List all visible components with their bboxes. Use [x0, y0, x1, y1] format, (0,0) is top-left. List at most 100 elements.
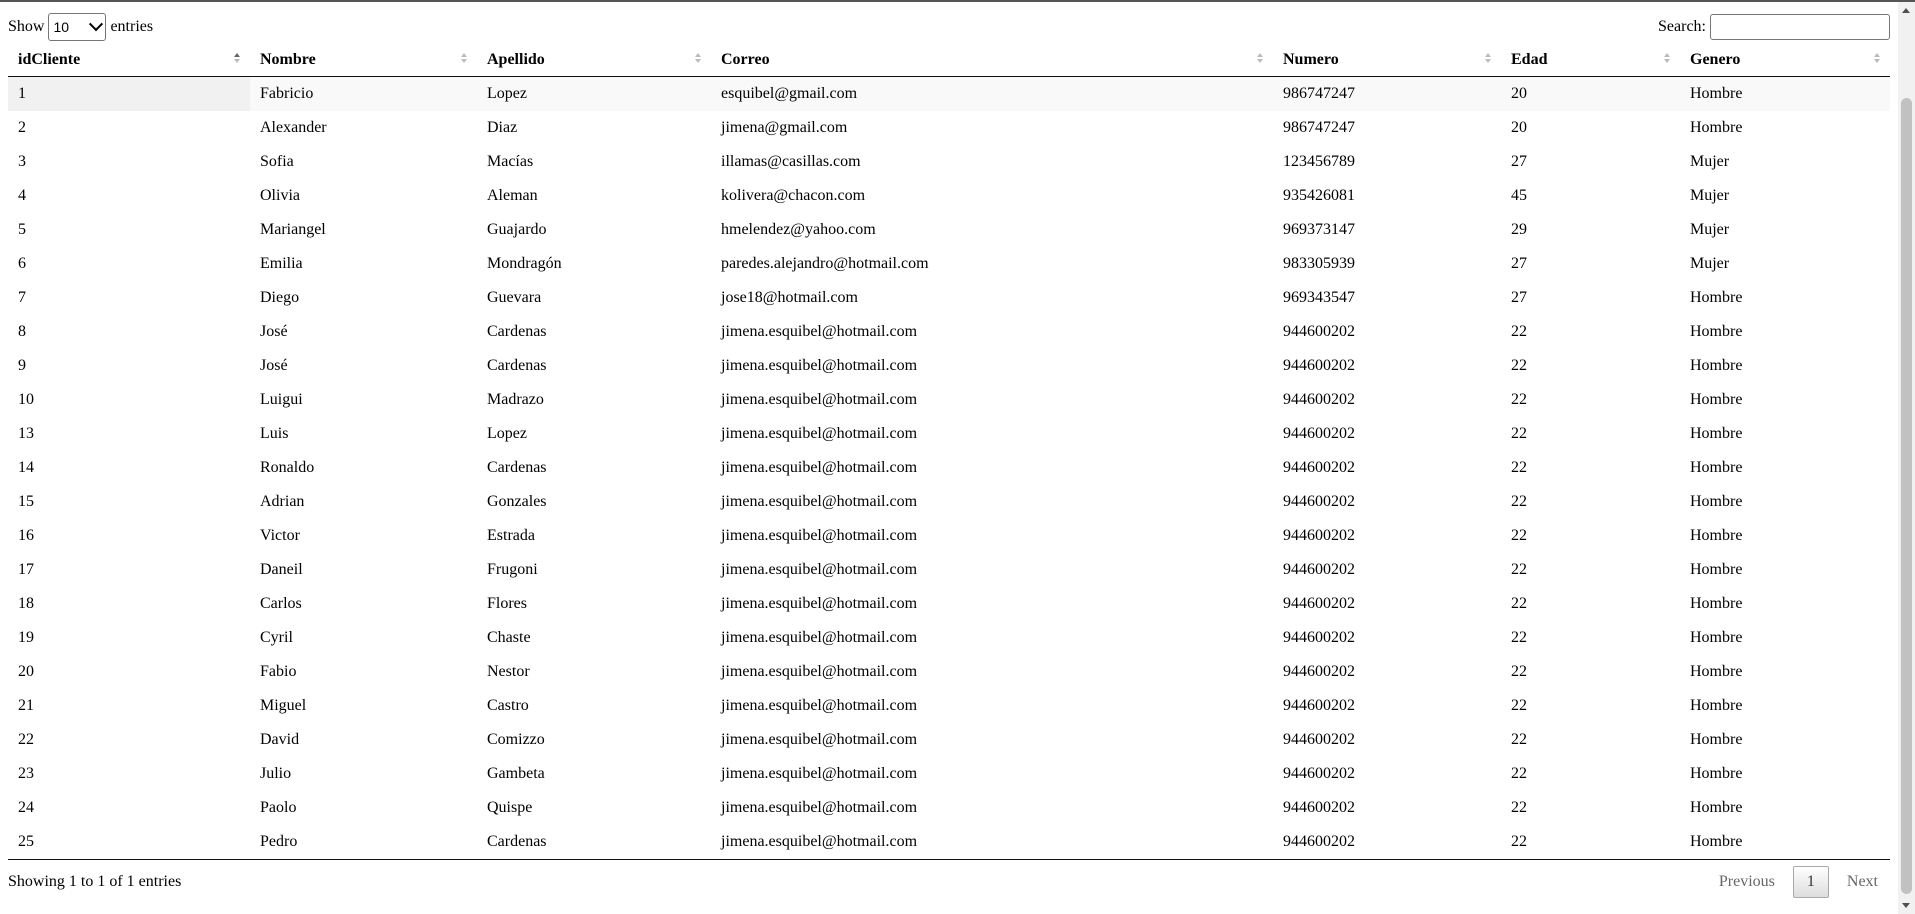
cell-edad: 22 — [1511, 765, 1527, 782]
cell-idcliente: 4 — [18, 187, 26, 204]
cell-idcliente: 22 — [18, 731, 34, 748]
sort-icon — [1485, 53, 1491, 63]
cell-numero: 944600202 — [1283, 629, 1355, 646]
cell-numero: 944600202 — [1283, 799, 1355, 816]
cell-edad: 20 — [1501, 76, 1680, 111]
cell-numero: 986747247 — [1283, 119, 1355, 136]
cell-nombre: Julio — [260, 765, 292, 782]
cell-correo: hmelendez@yahoo.com — [721, 221, 876, 238]
column-header-genero[interactable]: Genero — [1680, 44, 1890, 77]
table-row: 6 Emilia Mondragón paredes.alejandro@hotmai… — [8, 247, 1890, 281]
previous-button[interactable]: Previous — [1707, 867, 1787, 897]
column-header-numero[interactable]: Numero — [1273, 44, 1501, 77]
cell-nombre: Fabio — [260, 663, 297, 680]
table-row: 13 Luis Lopez jimena.esquibel@hotmail.com 94… — [8, 417, 1890, 451]
show-label: Show — [8, 18, 45, 35]
cell-idcliente: 15 — [18, 493, 34, 510]
cell-idcliente: 25 — [8, 825, 250, 860]
cell-genero: Mujer — [1690, 255, 1730, 272]
cell-apellido: Cardenas — [477, 825, 711, 860]
datatable-wrapper: Show 10 entries Search: idCliente Nombre A… — [8, 12, 1890, 900]
cell-nombre: Luis — [260, 425, 289, 442]
vertical-scrollbar[interactable] — [1898, 2, 1915, 914]
cell-edad: 22 — [1511, 663, 1527, 680]
column-header-correo[interactable]: Correo — [711, 44, 1273, 77]
cell-edad: 22 — [1511, 391, 1527, 408]
cell-apellido: Madrazo — [487, 391, 544, 408]
cell-apellido: Castro — [487, 697, 529, 714]
cell-numero: 944600202 — [1283, 391, 1355, 408]
cell-genero: Hombre — [1690, 663, 1743, 680]
table-row: 2 Alexander Diaz jimena@gmail.com 986747247 2… — [8, 111, 1890, 145]
cell-genero: Hombre — [1690, 459, 1743, 476]
cell-numero: 986747247 — [1273, 76, 1501, 111]
cell-nombre: Luigui — [260, 391, 303, 408]
cell-apellido: Gonzales — [487, 493, 547, 510]
cell-genero: Hombre — [1690, 765, 1743, 782]
cell-edad: 22 — [1511, 323, 1527, 340]
cell-correo: jimena.esquibel@hotmail.com — [721, 799, 918, 816]
cell-numero: 983305939 — [1283, 255, 1355, 272]
search-input[interactable] — [1710, 14, 1890, 40]
cell-idcliente: 16 — [18, 527, 34, 544]
cell-apellido: Cardenas — [487, 459, 547, 476]
cell-nombre: Cyril — [260, 629, 293, 646]
search-control: Search: — [1658, 14, 1890, 40]
cell-nombre: Olivia — [260, 187, 300, 204]
cell-idcliente: 9 — [18, 357, 26, 374]
cell-apellido: Lopez — [487, 425, 527, 442]
cell-correo: jose18@hotmail.com — [721, 289, 858, 306]
sort-icon — [1257, 53, 1263, 63]
cell-idcliente: 14 — [18, 459, 34, 476]
cell-apellido: Gambeta — [487, 765, 545, 782]
cell-idcliente: 3 — [18, 153, 26, 170]
cell-apellido: Chaste — [487, 629, 531, 646]
scroll-up-arrow-icon[interactable] — [1902, 8, 1910, 13]
cell-edad: 27 — [1511, 289, 1527, 306]
cell-correo: jimena.esquibel@hotmail.com — [721, 527, 918, 544]
column-header-edad[interactable]: Edad — [1501, 44, 1680, 77]
column-header-label: Correo — [721, 51, 770, 68]
column-header-idcliente[interactable]: idCliente — [8, 44, 250, 77]
table-row: 7 Diego Guevara jose18@hotmail.com 969343547… — [8, 281, 1890, 315]
next-button[interactable]: Next — [1835, 867, 1890, 897]
cell-edad: 22 — [1511, 629, 1527, 646]
cell-edad: 27 — [1511, 153, 1527, 170]
sort-icon — [695, 53, 701, 63]
cell-nombre: José — [260, 323, 288, 340]
cell-nombre: Victor — [260, 527, 300, 544]
cell-edad: 22 — [1511, 697, 1527, 714]
cell-correo: jimena.esquibel@hotmail.com — [721, 697, 918, 714]
table-header-row: idCliente Nombre Apellido Correo Numero Edad G… — [8, 44, 1890, 77]
cell-edad: 22 — [1511, 459, 1527, 476]
table-row: 25 Pedro Cardenas jimena.esquibel@hotmail.c… — [8, 825, 1890, 860]
table-row: 20 Fabio Nestor jimena.esquibel@hotmail.com… — [8, 655, 1890, 689]
cell-nombre: David — [260, 731, 300, 748]
cell-apellido: Cardenas — [487, 323, 547, 340]
page-length-select[interactable]: 10 — [48, 13, 107, 41]
cell-genero: Hombre — [1690, 323, 1743, 340]
cell-numero: 969343547 — [1283, 289, 1355, 306]
table-row: 9 José Cardenas jimena.esquibel@hotmail.com… — [8, 349, 1890, 383]
cell-idcliente: 20 — [18, 663, 34, 680]
table-row: 22 David Comizzo jimena.esquibel@hotmail.co… — [8, 723, 1890, 757]
page-1-button[interactable]: 1 — [1792, 866, 1829, 898]
column-header-label: Nombre — [260, 51, 316, 68]
cell-numero: 944600202 — [1283, 595, 1355, 612]
cell-edad: 22 — [1511, 425, 1527, 442]
cell-correo: jimena@gmail.com — [721, 119, 848, 136]
column-header-apellido[interactable]: Apellido — [477, 44, 711, 77]
column-header-nombre[interactable]: Nombre — [250, 44, 477, 77]
cell-numero: 944600202 — [1283, 357, 1355, 374]
cell-nombre: Daneil — [260, 561, 303, 578]
entries-label: entries — [110, 18, 154, 35]
cell-idcliente: 7 — [18, 289, 26, 306]
column-header-label: Numero — [1283, 51, 1339, 68]
cell-genero: Mujer — [1690, 187, 1730, 204]
cell-nombre: Miguel — [260, 697, 307, 714]
scroll-down-arrow-icon[interactable] — [1902, 903, 1910, 908]
scrollbar-thumb[interactable] — [1901, 98, 1912, 894]
table-row: 15 Adrian Gonzales jimena.esquibel@hotmail.… — [8, 485, 1890, 519]
cell-apellido: Diaz — [487, 119, 518, 136]
cell-correo: jimena.esquibel@hotmail.com — [721, 561, 918, 578]
